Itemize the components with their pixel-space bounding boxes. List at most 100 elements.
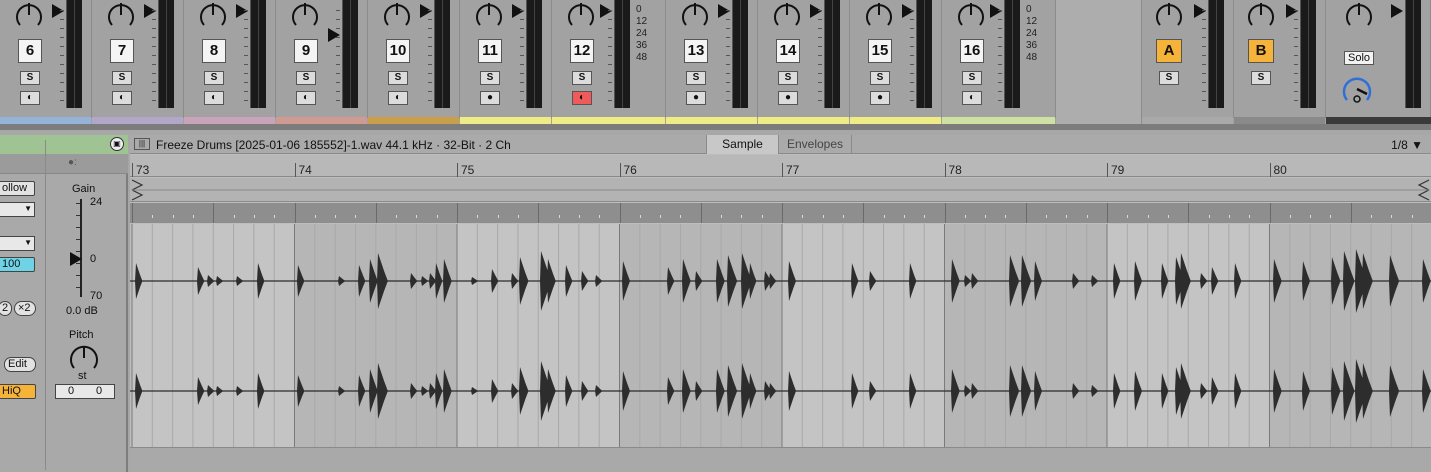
solo-button[interactable]: S <box>480 71 500 85</box>
grid-selector[interactable]: 1/8 ▼ <box>1391 138 1423 152</box>
bar-ruler[interactable]: 73 74 75 76 77 78 79 80 <box>130 155 1431 177</box>
beat-tick <box>1330 215 1332 218</box>
db-tick-label: 12 <box>1026 16 1038 27</box>
double-tempo-button[interactable]: ×2 <box>14 301 36 316</box>
master-strip: Solo <box>1326 0 1431 124</box>
beat-tick <box>314 215 316 218</box>
solo-button[interactable]: S <box>388 71 408 85</box>
solo-button[interactable]: S <box>572 71 592 85</box>
half-tempo-button[interactable]: 2 <box>0 301 12 316</box>
pitch-unit: st <box>78 370 87 382</box>
monitor-button[interactable]: ● <box>686 91 706 105</box>
cue-volume-knob-icon[interactable] <box>1340 72 1374 106</box>
solo-button[interactable]: S <box>1251 71 1271 85</box>
velocity-field[interactable]: 100 <box>0 257 35 272</box>
send-knob-icon[interactable] <box>772 0 802 30</box>
warp-marker-lane[interactable] <box>130 203 1431 223</box>
gain-handle-icon[interactable] <box>70 252 82 266</box>
hiq-button[interactable]: HiQ <box>0 384 36 399</box>
solo-button[interactable]: S <box>296 71 316 85</box>
meter-ticks <box>1294 10 1298 102</box>
solo-button[interactable]: S <box>20 71 40 85</box>
meter-ticks <box>998 10 1002 102</box>
track-number-15[interactable]: 15 <box>868 39 892 63</box>
track-number-10[interactable]: 10 <box>386 39 410 63</box>
volume-handle-icon[interactable] <box>1391 4 1403 18</box>
monitor-button[interactable]: ◐ <box>20 91 40 105</box>
send-knob-icon[interactable] <box>956 0 986 30</box>
send-knob-icon[interactable] <box>1246 0 1276 30</box>
return-letter-B[interactable]: B <box>1248 39 1274 63</box>
monitor-button[interactable]: ● <box>870 91 890 105</box>
monitor-button[interactable]: ● <box>480 91 500 105</box>
edit-button[interactable]: Edit <box>4 357 36 372</box>
bar-tick <box>619 163 621 177</box>
beat-tick <box>1371 215 1373 218</box>
monitor-button[interactable]: ◐ <box>962 91 982 105</box>
send-knob-icon[interactable] <box>1154 0 1184 30</box>
follow-button[interactable]: ollow <box>0 181 35 196</box>
track-number-11[interactable]: 11 <box>478 39 502 63</box>
solo-button[interactable]: S <box>1159 71 1179 85</box>
quantize-dropdown[interactable] <box>0 236 35 251</box>
monitor-button[interactable]: ◐ <box>572 91 592 105</box>
monitor-button[interactable]: ● <box>778 91 798 105</box>
pitch-semitone-field[interactable]: 0 <box>68 385 74 397</box>
track-number-6[interactable]: 6 <box>18 39 42 63</box>
send-knob-icon[interactable] <box>474 0 504 30</box>
master-knob-icon[interactable] <box>1344 0 1374 30</box>
track-color-bar <box>276 117 367 124</box>
monitor-button[interactable]: ◐ <box>204 91 224 105</box>
send-knob-icon[interactable] <box>290 0 320 30</box>
solo-button[interactable]: S <box>686 71 706 85</box>
monitor-button[interactable]: ◐ <box>112 91 132 105</box>
beat-tick <box>599 215 601 218</box>
track-number-7[interactable]: 7 <box>110 39 134 63</box>
send-knob-icon[interactable] <box>864 0 894 30</box>
beat-tick <box>924 215 926 218</box>
send-knob-icon[interactable] <box>14 0 44 30</box>
solo-button[interactable]: S <box>962 71 982 85</box>
send-knob-icon[interactable] <box>566 0 596 30</box>
editor-scrollbar[interactable] <box>130 447 1431 472</box>
solo-button[interactable]: S <box>870 71 890 85</box>
send-knob-icon[interactable] <box>198 0 228 30</box>
meter-ticks <box>152 10 156 102</box>
waveform-display[interactable] <box>130 224 1431 447</box>
send-knob-icon[interactable] <box>382 0 412 30</box>
level-meter <box>250 0 266 108</box>
pitch-cent-field[interactable]: 0 <box>96 385 102 397</box>
launch-mode-dropdown[interactable] <box>0 202 35 217</box>
track-number-8[interactable]: 8 <box>202 39 226 63</box>
tab-envelopes[interactable]: Envelopes <box>778 135 852 154</box>
master-solo-button[interactable]: Solo <box>1344 51 1374 65</box>
track-number-9[interactable]: 9 <box>294 39 318 63</box>
bar-number: 76 <box>623 163 637 177</box>
send-knob-icon[interactable] <box>680 0 710 30</box>
solo-button[interactable]: S <box>204 71 224 85</box>
track-strip-11: 11 S ● <box>460 0 552 124</box>
solo-button[interactable]: S <box>778 71 798 85</box>
beat-tick <box>680 215 682 218</box>
track-number-12[interactable]: 12 <box>570 39 594 63</box>
tab-sample[interactable]: Sample <box>706 135 778 154</box>
send-knob-icon[interactable] <box>106 0 136 30</box>
track-number-14[interactable]: 14 <box>776 39 800 63</box>
track-strip-10: 10 S ◐ <box>368 0 460 124</box>
track-number-16[interactable]: 16 <box>960 39 984 63</box>
beat-tick <box>213 203 215 223</box>
level-meter <box>158 0 174 108</box>
solo-button[interactable]: S <box>112 71 132 85</box>
save-clip-icon[interactable]: ▣ <box>110 137 124 151</box>
track-number-13[interactable]: 13 <box>684 39 708 63</box>
return-strip-B: BS <box>1234 0 1326 124</box>
beat-tick <box>497 215 499 218</box>
gain-slider[interactable] <box>80 199 82 297</box>
track-strip-12: 0 12 24 36 48 12 S ◐ <box>552 0 666 124</box>
marker-lane[interactable] <box>130 178 1431 202</box>
return-letter-A[interactable]: A <box>1156 39 1182 63</box>
monitor-button[interactable]: ◐ <box>296 91 316 105</box>
launch-icon[interactable]: ●: <box>68 157 77 168</box>
beat-tick <box>863 203 865 223</box>
monitor-button[interactable]: ◐ <box>388 91 408 105</box>
